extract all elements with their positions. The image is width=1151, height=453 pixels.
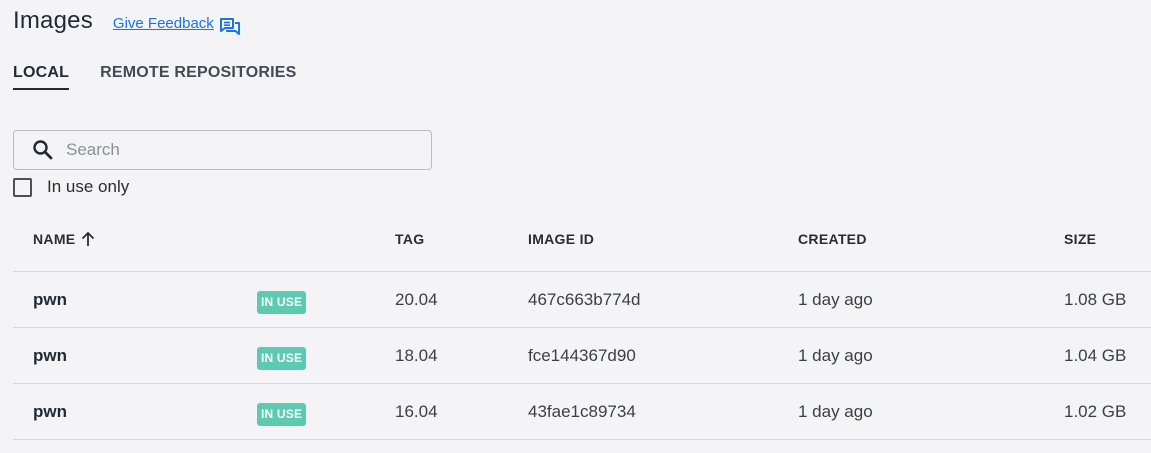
column-header-name-label: NAME xyxy=(33,231,76,247)
images-page: Images Give Feedback LOCAL REMOTE REPOSI… xyxy=(0,0,1151,453)
in-use-badge: IN USE xyxy=(257,347,307,370)
image-id: 467c663b774d xyxy=(528,290,641,309)
in-use-only-filter[interactable]: In use only xyxy=(13,177,129,197)
arrow-up-icon[interactable] xyxy=(80,231,96,247)
table-row[interactable]: pwn IN USE 18.04 fce144367d90 1 day ago … xyxy=(13,328,1151,384)
tab-local[interactable]: LOCAL xyxy=(13,64,70,90)
tab-bar: LOCAL REMOTE REPOSITORIES xyxy=(13,64,328,90)
column-header-tag[interactable]: TAG xyxy=(395,231,424,247)
image-created: 1 day ago xyxy=(798,346,873,365)
image-name: pwn xyxy=(33,346,67,365)
table-row[interactable]: pwn IN USE 16.04 43fae1c89734 1 day ago … xyxy=(13,384,1151,440)
in-use-badge: IN USE xyxy=(257,291,307,314)
image-tag: 20.04 xyxy=(395,290,438,309)
search-icon xyxy=(32,139,54,161)
tab-remote-repositories[interactable]: REMOTE REPOSITORIES xyxy=(100,64,296,90)
column-header-created[interactable]: CREATED xyxy=(798,231,867,247)
give-feedback-label[interactable]: Give Feedback xyxy=(113,15,214,32)
table-row[interactable]: pwn IN USE 20.04 467c663b774d 1 day ago … xyxy=(13,272,1151,328)
image-name: pwn xyxy=(33,290,67,309)
image-size: 1.08 GB xyxy=(1064,290,1127,309)
image-size: 1.04 GB xyxy=(1064,346,1127,365)
header: Images Give Feedback xyxy=(13,7,240,35)
in-use-only-label: In use only xyxy=(47,177,130,196)
page-title: Images xyxy=(13,7,93,34)
image-created: 1 day ago xyxy=(798,402,873,421)
image-tag: 16.04 xyxy=(395,402,438,421)
image-created: 1 day ago xyxy=(798,290,873,309)
image-name: pwn xyxy=(33,402,67,421)
search-box[interactable] xyxy=(13,130,432,170)
image-id: fce144367d90 xyxy=(528,346,636,365)
in-use-badge: IN USE xyxy=(257,403,307,426)
column-header-name[interactable]: NAME xyxy=(33,231,96,247)
give-feedback-link[interactable]: Give Feedback xyxy=(113,15,240,36)
image-size: 1.02 GB xyxy=(1064,402,1127,421)
table-header: NAME TAG IMAGE ID CREATED SIZE xyxy=(13,220,1151,272)
column-header-size[interactable]: SIZE xyxy=(1064,231,1096,247)
in-use-only-checkbox[interactable] xyxy=(13,177,32,197)
column-header-image-id[interactable]: IMAGE ID xyxy=(528,231,594,247)
images-table: NAME TAG IMAGE ID CREATED SIZE pwn IN US… xyxy=(13,220,1151,440)
image-tag: 18.04 xyxy=(395,346,438,365)
image-id: 43fae1c89734 xyxy=(528,402,636,421)
feedback-icon[interactable] xyxy=(219,17,240,36)
search-input[interactable] xyxy=(66,140,386,160)
